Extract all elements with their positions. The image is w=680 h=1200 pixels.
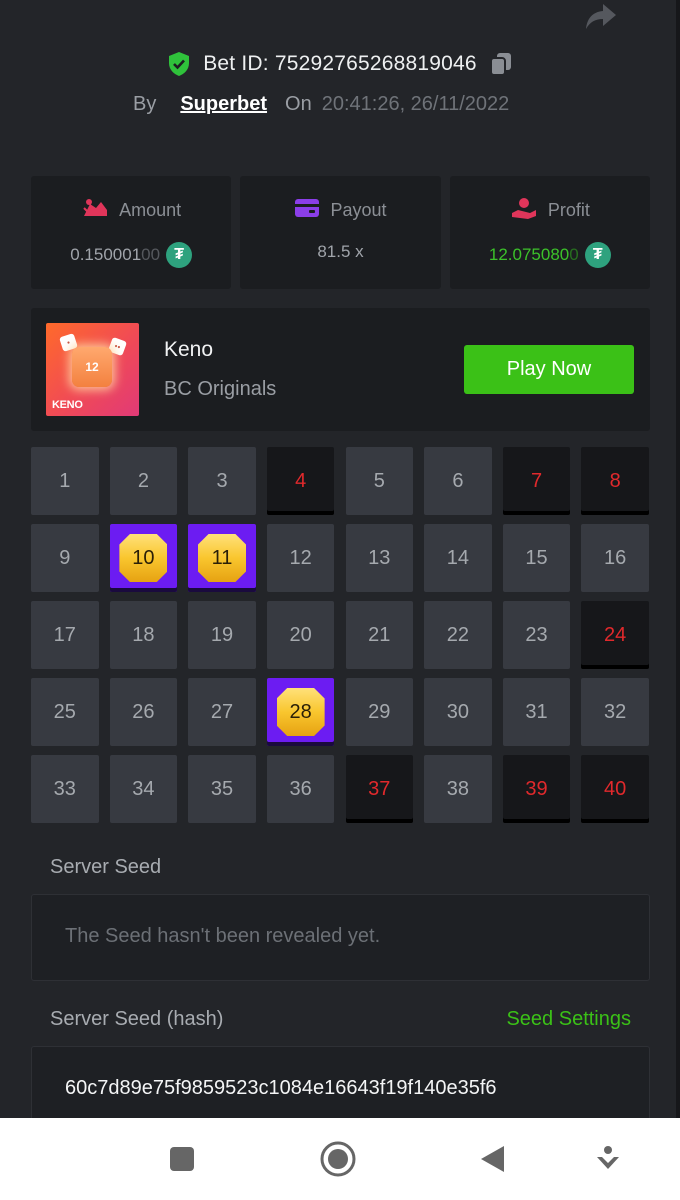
server-seed-hash-label: Server Seed (hash) [50,1008,224,1030]
keno-cell-36[interactable]: 36 [266,755,335,823]
profit-label: Profit [547,199,590,220]
keno-cell-29[interactable]: 29 [345,678,413,746]
seed-settings-link[interactable]: Seed Settings [506,1008,631,1031]
recents-icon[interactable] [162,1139,202,1179]
keno-cell-35[interactable]: 35 [188,755,256,823]
keno-cell-39[interactable]: 39 [502,755,571,823]
keno-cell-27[interactable]: 27 [188,678,256,746]
profit-icon [510,196,538,225]
keno-cell-38[interactable]: 38 [424,755,492,823]
play-now-button[interactable]: Play Now [464,345,634,394]
bet-timestamp: 20:41:26, 26/11/2022 [321,92,510,115]
payout-card: Payout 81.5 x [240,176,441,289]
keno-cell-11[interactable]: 11 [188,524,256,592]
gem-icon: 11 [198,534,246,582]
payout-label: Payout [330,199,387,220]
bet-stats: Amount 0.15000100 ₮ Payout 81.5 x Profit… [31,176,650,289]
keno-cell-20[interactable]: 20 [266,601,335,669]
server-seed-box: The Seed hasn't been revealed yet. [31,894,650,981]
shield-check-icon [167,51,191,77]
by-label: By [133,92,157,115]
keno-cell-12[interactable]: 12 [266,524,335,592]
bet-id: Bet ID: 75292765268819046 [203,52,477,75]
usdt-coin-icon: ₮ [584,242,611,268]
keno-cell-4[interactable]: 4 [266,447,335,515]
keno-cell-6[interactable]: 6 [424,447,492,515]
keno-cell-28[interactable]: 28 [266,678,335,746]
keno-cell-10[interactable]: 10 [109,524,178,592]
keno-grid: 1 2 3 4 5 6 7 8 9 10 11 12 13 14 15 16 17 18 19 20 21 22 23 24 2… [31,447,650,823]
share-icon[interactable] [584,2,618,32]
server-seed-hash-value: 60c7d89e75f9859523c1084e16643f19f140e35f… [65,1077,497,1099]
gem-icon: 28 [276,688,325,736]
server-seed-value: The Seed hasn't been revealed yet. [65,925,381,947]
thumb-tile: 12 [72,347,112,387]
thumb-label: KENO [52,399,83,411]
keno-cell-33[interactable]: 33 [31,755,99,823]
keno-cell-1[interactable]: 1 [31,447,99,515]
keno-cell-26[interactable]: 26 [109,678,178,746]
keno-cell-21[interactable]: 21 [345,601,413,669]
keno-cell-15[interactable]: 15 [502,524,571,592]
game-card: ● ●● 12 KENO Keno BC Originals Play Now [31,308,650,431]
scrollbar[interactable] [676,0,680,1118]
keno-cell-16[interactable]: 16 [581,524,649,592]
keno-cell-25[interactable]: 25 [31,678,99,746]
keno-cell-37[interactable]: 37 [345,755,413,823]
profit-card: Profit 12.0750800 ₮ [449,176,650,289]
wallet-icon [294,197,320,224]
usdt-coin-icon: ₮ [166,242,193,268]
keno-cell-24[interactable]: 24 [581,601,649,669]
keno-cell-23[interactable]: 23 [502,601,571,669]
keno-thumbnail[interactable]: ● ●● 12 KENO [46,323,139,416]
home-icon[interactable] [318,1139,358,1179]
gem-icon: 10 [119,534,168,582]
keno-cell-34[interactable]: 34 [109,755,178,823]
bet-meta-row: By Superbet On 20:41:26, 26/11/2022 [133,88,509,120]
keno-cell-18[interactable]: 18 [109,601,178,669]
keno-cell-19[interactable]: 19 [188,601,256,669]
assist-icon[interactable] [588,1139,628,1179]
keno-cell-5[interactable]: 5 [345,447,413,515]
keno-cell-31[interactable]: 31 [502,678,571,746]
bet-id-row: Bet ID: 75292765268819046 [0,48,680,80]
keno-cell-30[interactable]: 30 [424,678,492,746]
server-seed-hash-box[interactable]: 60c7d89e75f9859523c1084e16643f19f140e35f… [31,1046,650,1126]
copy-icon[interactable] [489,51,513,77]
back-icon[interactable] [472,1139,512,1179]
system-nav-bar [0,1118,680,1200]
game-name: Keno [164,338,214,361]
amount-value: 0.15000100 ₮ [70,242,193,268]
server-seed-label: Server Seed [50,856,162,878]
keno-cell-7[interactable]: 7 [502,447,571,515]
keno-cell-8[interactable]: 8 [581,447,649,515]
keno-cell-14[interactable]: 14 [424,524,492,592]
amount-card: Amount 0.15000100 ₮ [31,176,232,289]
keno-cell-3[interactable]: 3 [188,447,256,515]
profit-value: 12.0750800 ₮ [489,242,611,268]
amount-icon [81,196,109,225]
keno-cell-9[interactable]: 9 [31,524,99,592]
on-label: On [285,92,312,115]
keno-cell-32[interactable]: 32 [581,678,649,746]
payout-value: 81.5 x [317,242,364,261]
keno-cell-17[interactable]: 17 [31,601,99,669]
keno-cell-22[interactable]: 22 [424,601,492,669]
game-provider: BC Originals [164,378,277,400]
amount-label: Amount [119,199,182,220]
keno-cell-13[interactable]: 13 [345,524,413,592]
keno-cell-40[interactable]: 40 [581,755,649,823]
provider-link[interactable]: Superbet [180,93,267,116]
keno-cell-2[interactable]: 2 [109,447,178,515]
